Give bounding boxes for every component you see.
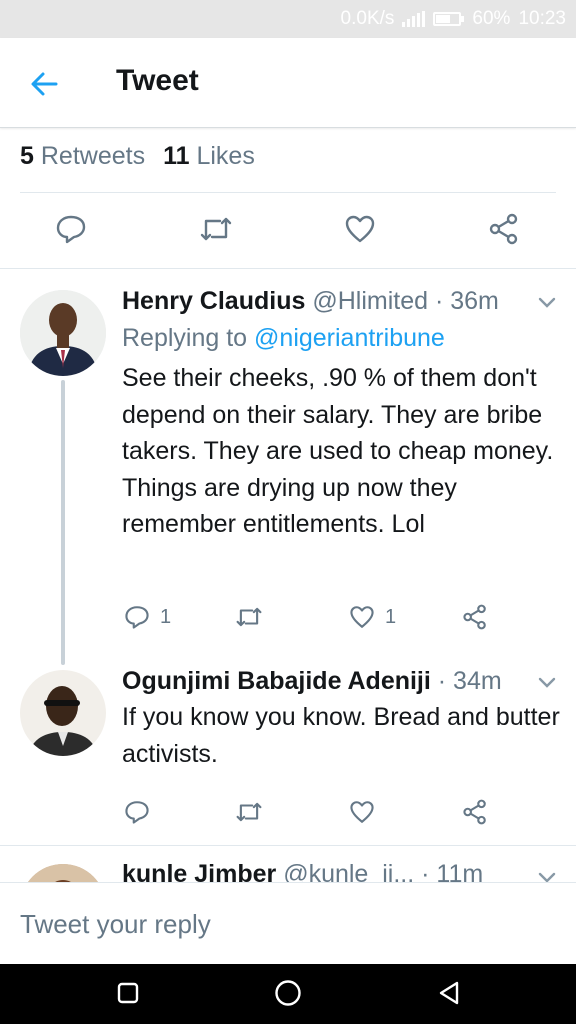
like-button[interactable] bbox=[344, 213, 376, 245]
avatar[interactable] bbox=[20, 864, 106, 882]
tweet-time: · 34m bbox=[437, 667, 502, 695]
divider bbox=[20, 192, 556, 193]
reply-input-placeholder[interactable]: Tweet your reply bbox=[20, 909, 211, 940]
share-icon bbox=[463, 604, 486, 630]
page-title: Tweet bbox=[116, 64, 199, 97]
chevron-down-icon[interactable] bbox=[538, 677, 556, 689]
share-icon bbox=[463, 799, 486, 825]
tweet-time: · 36m bbox=[434, 287, 499, 315]
reply-icon bbox=[56, 215, 86, 244]
chevron-down-icon[interactable] bbox=[538, 297, 556, 309]
author-handle[interactable]: @Hlimited bbox=[312, 287, 428, 315]
thread-line bbox=[61, 380, 65, 665]
author-name[interactable]: kunle Jimber bbox=[122, 860, 276, 882]
retweet-icon bbox=[200, 217, 232, 241]
like-button[interactable]: 1 bbox=[349, 604, 396, 630]
reply-button[interactable] bbox=[55, 213, 87, 245]
signal-icon bbox=[402, 11, 426, 27]
back-icon[interactable] bbox=[436, 980, 462, 1006]
reply-button[interactable] bbox=[124, 799, 150, 825]
retweet-icon bbox=[236, 802, 262, 822]
tweet-time: · 11m bbox=[421, 860, 484, 882]
like-count: 1 bbox=[385, 605, 397, 628]
share-button[interactable] bbox=[462, 799, 488, 825]
arrow-left-icon[interactable] bbox=[28, 68, 60, 100]
retweets-stat[interactable]: 5 Retweets bbox=[20, 142, 145, 170]
retweet-button[interactable] bbox=[234, 799, 264, 825]
tweet-header: Henry Claudius @Hlimited · 36m bbox=[122, 287, 499, 316]
replying-to-handle[interactable]: @nigeriantribune bbox=[254, 324, 445, 352]
likes-stat[interactable]: 11 Likes bbox=[163, 142, 255, 170]
author-name[interactable]: Henry Claudius bbox=[122, 287, 305, 315]
tweet-text: See their cheeks, .90 % of them don't de… bbox=[122, 364, 554, 538]
likes-count: 11 bbox=[163, 142, 190, 170]
reply-icon bbox=[125, 801, 149, 824]
likes-label: Likes bbox=[196, 142, 255, 170]
replying-prefix: Replying to bbox=[122, 324, 248, 352]
recents-icon[interactable] bbox=[116, 980, 140, 1006]
author-handle[interactable]: @kunle_ji... bbox=[283, 860, 414, 882]
heart-icon bbox=[350, 801, 374, 823]
heart-icon bbox=[345, 215, 375, 243]
tweet-stats: 5 Retweets 11 Likes bbox=[20, 142, 255, 171]
like-button[interactable] bbox=[349, 799, 375, 825]
battery-percent: 60% bbox=[472, 8, 511, 29]
reply-icon bbox=[125, 606, 149, 629]
retweet-icon bbox=[236, 607, 262, 627]
divider bbox=[0, 268, 576, 269]
avatar[interactable] bbox=[20, 670, 106, 756]
retweet-button[interactable] bbox=[234, 604, 264, 630]
chevron-down-icon[interactable] bbox=[538, 872, 556, 882]
reply-count: 1 bbox=[160, 605, 172, 628]
avatar[interactable] bbox=[20, 290, 106, 376]
reply-button[interactable]: 1 bbox=[124, 604, 171, 630]
replying-to: Replying to @nigeriantribune bbox=[122, 324, 445, 353]
reply-composer[interactable]: Tweet your reply bbox=[0, 882, 576, 964]
tweet-header: Ogunjimi Babajide Adeniji · 34m bbox=[122, 667, 502, 696]
author-name[interactable]: Ogunjimi Babajide Adeniji bbox=[122, 667, 431, 695]
heart-icon bbox=[350, 606, 374, 628]
retweet-button[interactable] bbox=[198, 213, 234, 245]
network-speed: 0.0K/s bbox=[340, 8, 395, 29]
share-button[interactable] bbox=[488, 213, 520, 245]
clock: 10:23 bbox=[518, 8, 566, 29]
retweets-count: 5 bbox=[20, 142, 34, 170]
tweet-header: kunle Jimber @kunle_ji... · 11m bbox=[122, 860, 483, 882]
share-icon bbox=[489, 213, 518, 245]
system-nav-bar bbox=[0, 964, 576, 1024]
status-bar: 0.0K/s 60% 10:23 bbox=[0, 0, 576, 38]
tweet-text: If you know you know. Bread and butter a… bbox=[122, 703, 560, 768]
share-button[interactable] bbox=[462, 604, 488, 630]
retweets-label: Retweets bbox=[40, 142, 146, 170]
reply-tweet[interactable]: kunle Jimber @kunle_ji... · 11m bbox=[0, 846, 576, 882]
battery-icon bbox=[433, 12, 465, 26]
home-icon[interactable] bbox=[274, 978, 302, 1008]
top-app-bar: Tweet bbox=[0, 38, 576, 128]
